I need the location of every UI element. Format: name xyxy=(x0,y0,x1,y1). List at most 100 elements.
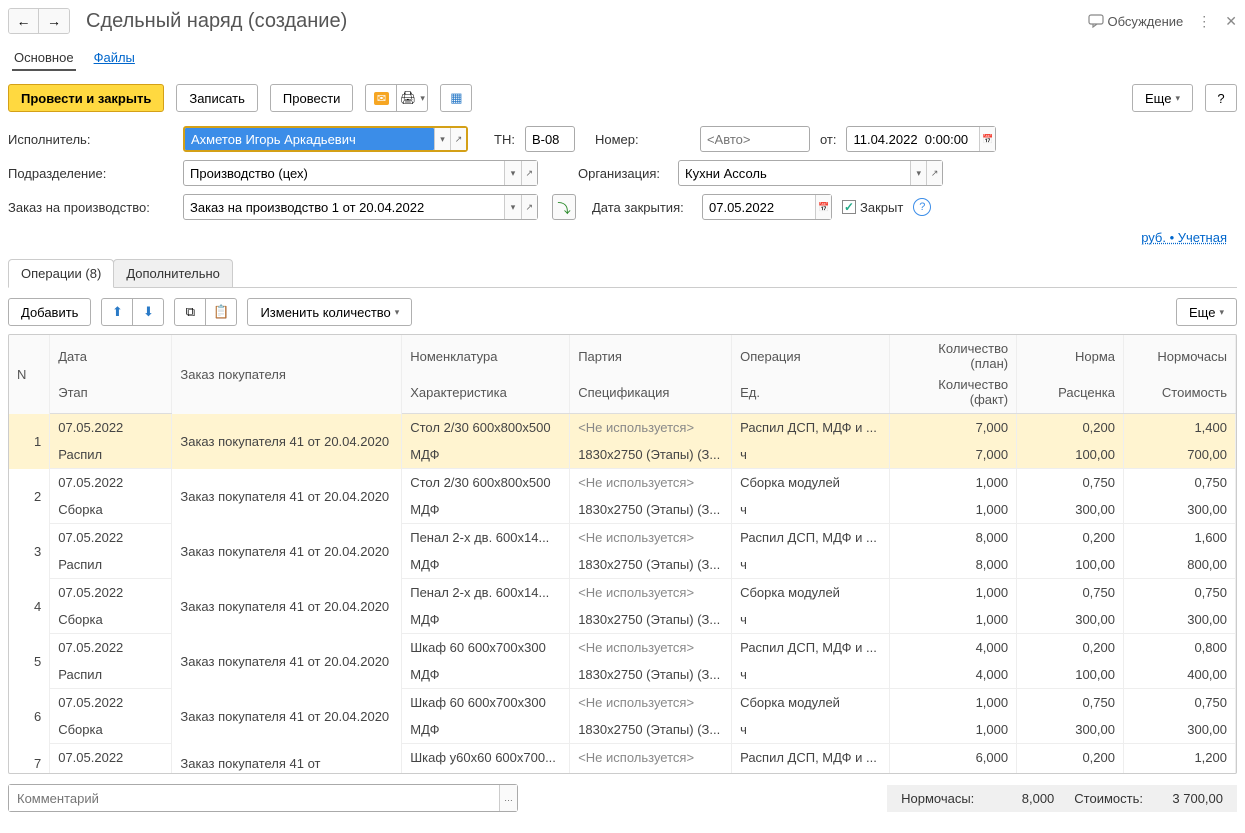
fill-button[interactable]: ⤵ xyxy=(552,194,576,220)
check-icon: ✓ xyxy=(842,200,856,214)
post-button[interactable]: Провести xyxy=(270,84,354,112)
subtab-operations[interactable]: Операции (8) xyxy=(8,259,114,288)
fill-icon: ⤵ xyxy=(557,198,570,217)
col-date[interactable]: Дата xyxy=(50,335,172,377)
close-icon[interactable]: ✕ xyxy=(1225,13,1237,30)
tab-files[interactable]: Файлы xyxy=(92,46,137,71)
performer-input[interactable] xyxy=(185,128,434,150)
col-qty-plan[interactable]: Количество (план) xyxy=(889,335,1016,377)
write-button[interactable]: Записать xyxy=(176,84,258,112)
operations-table[interactable]: N Дата Заказ покупателя Номенклатура Пар… xyxy=(9,335,1236,774)
comment-input[interactable] xyxy=(9,785,499,811)
arrow-down-icon: ⬇ xyxy=(143,304,154,320)
col-char[interactable]: Характеристика xyxy=(402,377,570,414)
discuss-link[interactable]: Обсуждение xyxy=(1088,14,1184,29)
dropdown-icon[interactable]: ▾ xyxy=(504,161,520,185)
table-row[interactable]: 207.05.2022Заказ покупателя 41 от 20.04.… xyxy=(9,469,1236,497)
closed-checkbox[interactable]: ✓ Закрыт xyxy=(842,200,903,215)
close-date-label: Дата закрытия: xyxy=(592,200,692,215)
col-spec[interactable]: Спецификация xyxy=(570,377,732,414)
from-label: от: xyxy=(820,132,837,147)
subtab-extra[interactable]: Дополнительно xyxy=(113,259,233,287)
copy-button[interactable]: ⧉ xyxy=(174,298,206,326)
reports-button[interactable]: ▦ xyxy=(440,84,472,112)
envelope-icon: ✉ xyxy=(374,92,389,105)
col-op[interactable]: Операция xyxy=(732,335,890,377)
col-rate[interactable]: Расценка xyxy=(1017,377,1124,414)
num-input[interactable] xyxy=(701,127,809,151)
table-row[interactable]: 307.05.2022Заказ покупателя 41 от 20.04.… xyxy=(9,524,1236,552)
nav-back-button[interactable]: ← xyxy=(9,9,39,33)
tn-label: ТН: xyxy=(494,132,515,147)
org-input[interactable] xyxy=(679,161,910,185)
calendar-icon[interactable]: 📅 xyxy=(815,195,831,219)
help-button[interactable]: ? xyxy=(1205,84,1237,112)
discuss-label: Обсуждение xyxy=(1108,14,1184,29)
table-row[interactable]: 607.05.2022Заказ покупателя 41 от 20.04.… xyxy=(9,689,1236,717)
dept-input[interactable] xyxy=(184,161,504,185)
col-qty-fact[interactable]: Количество (факт) xyxy=(889,377,1016,414)
table-more-label: Еще xyxy=(1189,305,1215,320)
order-input[interactable] xyxy=(184,195,504,219)
post-close-button[interactable]: Провести и закрыть xyxy=(8,84,164,112)
more-button[interactable]: Еще ▾ xyxy=(1132,84,1193,112)
open-icon[interactable]: ↗ xyxy=(926,161,942,185)
col-party[interactable]: Партия xyxy=(570,335,732,377)
table-row[interactable]: 107.05.2022Заказ покупателя 41 от 20.04.… xyxy=(9,414,1236,442)
table-row[interactable]: 407.05.2022Заказ покупателя 41 от 20.04.… xyxy=(9,579,1236,607)
copy-icon: ⧉ xyxy=(186,304,195,320)
open-icon[interactable]: ↗ xyxy=(450,128,466,150)
dropdown-icon[interactable]: ▾ xyxy=(504,195,520,219)
total-nh-value: 8,000 xyxy=(974,791,1054,806)
performer-label: Исполнитель: xyxy=(8,132,173,147)
printer-icon: 🖨 xyxy=(400,90,417,106)
move-down-button[interactable]: ⬇ xyxy=(132,298,164,326)
add-button[interactable]: Добавить xyxy=(8,298,91,326)
report-icon: ▦ xyxy=(450,90,462,106)
close-date-input[interactable] xyxy=(703,195,815,219)
from-input[interactable] xyxy=(847,127,979,151)
more-label: Еще xyxy=(1145,91,1171,106)
price-link[interactable]: руб. • Учетная xyxy=(1141,230,1227,245)
comment-expand-button[interactable]: … xyxy=(499,785,517,811)
paste-icon: 📋 xyxy=(213,304,229,320)
col-n[interactable]: N xyxy=(9,335,50,414)
change-qty-button[interactable]: Изменить количество ▾ xyxy=(247,298,412,326)
total-nh-label: Нормочасы: xyxy=(901,791,974,806)
table-more-button[interactable]: Еще ▾ xyxy=(1176,298,1237,326)
col-cost[interactable]: Стоимость xyxy=(1123,377,1235,414)
col-order[interactable]: Заказ покупателя xyxy=(172,335,402,414)
col-nom[interactable]: Номенклатура xyxy=(402,335,570,377)
arrow-up-icon: ⬆ xyxy=(112,304,123,320)
dept-label: Подразделение: xyxy=(8,166,173,181)
help-icon[interactable]: ? xyxy=(913,198,931,216)
change-qty-label: Изменить количество xyxy=(260,305,390,320)
tn-input[interactable] xyxy=(526,127,574,151)
totals-bar: Нормочасы:8,000 Стоимость:3 700,00 xyxy=(887,785,1237,812)
total-cost-value: 3 700,00 xyxy=(1143,791,1223,806)
order-label: Заказ на производство: xyxy=(8,200,173,215)
kebab-icon[interactable]: ⋮ xyxy=(1197,13,1211,30)
email-button[interactable]: ✉ xyxy=(365,84,397,112)
col-norm[interactable]: Норма xyxy=(1017,335,1124,377)
open-icon[interactable]: ↗ xyxy=(521,161,537,185)
tab-main[interactable]: Основное xyxy=(12,46,76,71)
col-nh[interactable]: Нормочасы xyxy=(1123,335,1235,377)
print-button[interactable]: 🖨▾ xyxy=(396,84,428,112)
table-row[interactable]: 707.05.2022Заказ покупателя 41 отШкаф у6… xyxy=(9,744,1236,772)
col-unit[interactable]: Ед. xyxy=(732,377,890,414)
col-stage[interactable]: Этап xyxy=(50,377,172,414)
move-up-button[interactable]: ⬆ xyxy=(101,298,133,326)
table-row[interactable]: 507.05.2022Заказ покупателя 41 от 20.04.… xyxy=(9,634,1236,662)
page-title: Сдельный наряд (создание) xyxy=(86,10,1080,33)
calendar-icon[interactable]: 📅 xyxy=(979,127,995,151)
open-icon[interactable]: ↗ xyxy=(521,195,537,219)
org-label: Организация: xyxy=(578,166,668,181)
chat-icon xyxy=(1088,14,1104,28)
closed-label: Закрыт xyxy=(860,200,903,215)
nav-forward-button[interactable]: → xyxy=(39,9,69,33)
paste-button[interactable]: 📋 xyxy=(205,298,237,326)
num-label: Номер: xyxy=(595,132,645,147)
dropdown-icon[interactable]: ▾ xyxy=(434,128,450,150)
dropdown-icon[interactable]: ▾ xyxy=(910,161,926,185)
